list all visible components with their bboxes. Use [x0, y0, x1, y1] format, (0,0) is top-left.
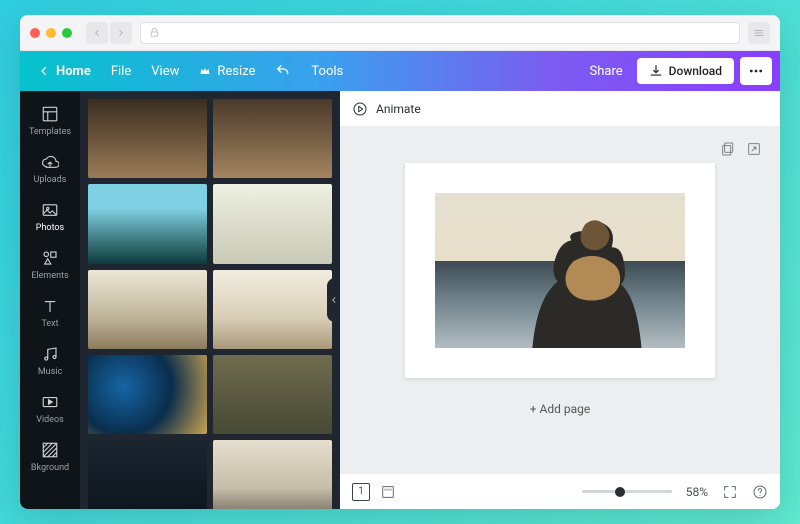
page-tools [720, 141, 762, 157]
status-bar: 1 58% [340, 473, 780, 509]
collapse-panel-button[interactable] [327, 278, 340, 322]
photos-panel [80, 91, 340, 509]
browser-chrome [20, 15, 780, 51]
photo-thumb[interactable] [213, 270, 332, 349]
file-label: File [111, 64, 131, 79]
rail-elements[interactable]: Elements [20, 241, 80, 289]
rail-background[interactable]: Bkground [20, 433, 80, 481]
crown-icon [199, 65, 211, 77]
photo-thumb[interactable] [88, 440, 207, 509]
photo-thumb[interactable] [88, 99, 207, 178]
rail-music-label: Music [38, 367, 62, 377]
rail-uploads-label: Uploads [34, 175, 67, 185]
grid-view-icon[interactable] [380, 484, 396, 500]
share-button[interactable]: Share [576, 64, 637, 79]
download-button[interactable]: Download [637, 58, 734, 84]
undo-icon [275, 63, 291, 79]
more-horizontal-icon [748, 63, 764, 79]
person-silhouette [530, 209, 645, 349]
side-rail: Templates Uploads Photos Elements Text M… [20, 91, 80, 509]
rail-text-label: Text [41, 319, 58, 329]
home-button[interactable]: Home [28, 51, 101, 91]
browser-menu-button[interactable] [748, 22, 770, 44]
resize-menu[interactable]: Resize [189, 51, 265, 91]
minimize-window-button[interactable] [46, 28, 56, 38]
rail-background-label: Bkground [31, 463, 69, 473]
lock-icon [149, 27, 160, 38]
duplicate-page-icon[interactable] [720, 141, 736, 157]
photo-thumb[interactable] [88, 270, 207, 349]
app-window: Home File View Resize Tools Share Downlo… [20, 15, 780, 509]
zoom-slider-knob[interactable] [615, 487, 625, 497]
file-menu[interactable]: File [101, 51, 141, 91]
rail-uploads[interactable]: Uploads [20, 145, 80, 193]
canvas-scroll[interactable]: + Add page [340, 127, 780, 473]
nav-back-button[interactable] [86, 22, 108, 44]
context-toolbar: Animate [340, 91, 780, 127]
chevron-left-icon [330, 296, 338, 304]
rail-videos[interactable]: Videos [20, 385, 80, 433]
chevron-left-icon [38, 65, 50, 77]
rail-text[interactable]: Text [20, 289, 80, 337]
canvas-stage: Animate [340, 91, 780, 509]
elements-icon [41, 249, 59, 267]
home-label: Home [56, 64, 91, 79]
rail-templates-label: Templates [29, 127, 71, 137]
photo-thumb[interactable] [213, 184, 332, 263]
photo-thumb[interactable] [88, 355, 207, 434]
resize-label: Resize [217, 64, 255, 79]
photo-grid [88, 99, 332, 509]
workspace: Templates Uploads Photos Elements Text M… [20, 91, 780, 509]
page-count-label: 1 [358, 486, 364, 497]
view-label: View [151, 64, 179, 79]
text-icon [41, 297, 59, 315]
more-button[interactable] [740, 57, 772, 85]
help-icon[interactable] [752, 484, 768, 500]
download-icon [649, 64, 663, 78]
cloud-upload-icon [41, 153, 59, 171]
tools-menu[interactable]: Tools [301, 51, 353, 91]
videos-icon [41, 393, 59, 411]
close-window-button[interactable] [30, 28, 40, 38]
photos-icon [41, 201, 59, 219]
rail-templates[interactable]: Templates [20, 97, 80, 145]
add-page-button[interactable]: + Add page [405, 392, 715, 426]
templates-icon [41, 105, 59, 123]
photo-thumb[interactable] [213, 355, 332, 434]
rail-photos[interactable]: Photos [20, 193, 80, 241]
background-icon [41, 441, 59, 459]
share-label: Share [590, 64, 623, 79]
app-toolbar: Home File View Resize Tools Share Downlo… [20, 51, 780, 91]
maximize-window-button[interactable] [62, 28, 72, 38]
rail-music[interactable]: Music [20, 337, 80, 385]
zoom-slider[interactable] [582, 490, 672, 493]
rail-photos-label: Photos [36, 223, 64, 233]
rail-elements-label: Elements [31, 271, 68, 281]
photo-thumb[interactable] [213, 440, 332, 509]
traffic-lights [30, 28, 72, 38]
tools-label: Tools [311, 64, 343, 79]
open-page-icon[interactable] [746, 141, 762, 157]
view-menu[interactable]: View [141, 51, 189, 91]
photo-thumb[interactable] [88, 184, 207, 263]
photo-thumb[interactable] [213, 99, 332, 178]
page-count-button[interactable]: 1 [352, 483, 370, 501]
canvas-page[interactable] [405, 163, 715, 378]
animate-button[interactable]: Animate [376, 102, 421, 116]
rail-videos-label: Videos [36, 415, 64, 425]
add-page-label: + Add page [530, 402, 591, 416]
music-icon [41, 345, 59, 363]
fullscreen-icon[interactable] [722, 484, 738, 500]
nav-forward-button[interactable] [110, 22, 132, 44]
undo-button[interactable] [265, 51, 301, 91]
download-label: Download [669, 64, 722, 78]
animate-icon [352, 101, 368, 117]
url-bar[interactable] [140, 22, 740, 44]
placed-photo[interactable] [435, 193, 685, 348]
zoom-value[interactable]: 58% [686, 485, 708, 499]
